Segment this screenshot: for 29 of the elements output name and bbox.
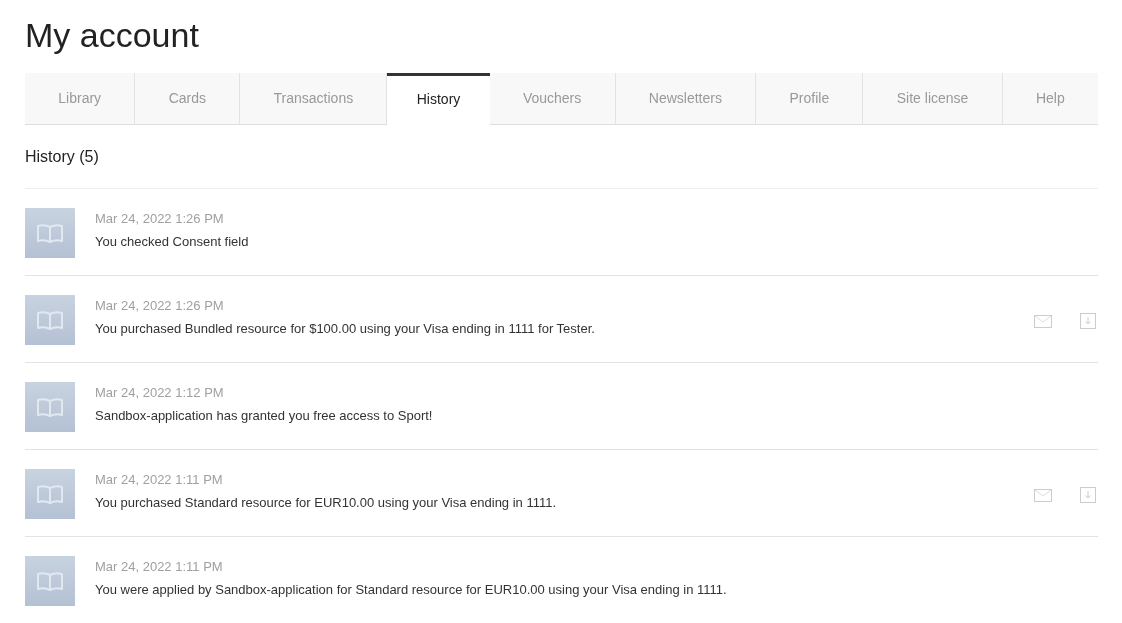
section-heading: History (5) — [25, 147, 99, 167]
entry-description: You were applied by Sandbox-application for Standard resource for EUR10.00 using your Visa ending in 1111. — [95, 581, 727, 598]
tab[interactable]: Site license — [863, 73, 1003, 124]
book-icon — [37, 397, 63, 417]
tab[interactable]: Help — [1002, 73, 1098, 124]
download-icon[interactable] — [1080, 487, 1096, 503]
book-icon — [37, 310, 63, 330]
envelope-icon[interactable] — [1034, 488, 1052, 502]
entry-description: You purchased Bundled resource for $100.00 using your Visa ending in 1111 for Tester. — [95, 320, 595, 337]
tab[interactable]: Profile — [756, 73, 864, 124]
book-icon — [37, 571, 63, 591]
tab[interactable]: History — [387, 73, 490, 125]
book-icon — [37, 223, 63, 243]
book-icon — [37, 484, 63, 504]
entry-date: Mar 24, 2022 1:11 PM — [95, 558, 223, 575]
entry-date: Mar 24, 2022 1:26 PM — [95, 210, 224, 227]
page-title: My account — [25, 15, 199, 56]
entry-date: Mar 24, 2022 1:12 PM — [95, 384, 224, 401]
entry-description: You checked Consent field — [95, 233, 249, 250]
tab[interactable]: Cards — [135, 73, 241, 124]
entry-date: Mar 24, 2022 1:26 PM — [95, 297, 224, 314]
tab[interactable]: Library — [25, 73, 136, 124]
entry-date: Mar 24, 2022 1:11 PM — [95, 471, 223, 488]
tab[interactable]: Newsletters — [615, 73, 757, 124]
tab[interactable]: Vouchers — [489, 73, 616, 124]
envelope-icon[interactable] — [1034, 314, 1052, 328]
download-icon[interactable] — [1080, 313, 1096, 329]
entry-description: Sandbox-application has granted you free access to Sport! — [95, 407, 433, 424]
entry-description: You purchased Standard resource for EUR10.00 using your Visa ending in 1111. — [95, 494, 557, 511]
